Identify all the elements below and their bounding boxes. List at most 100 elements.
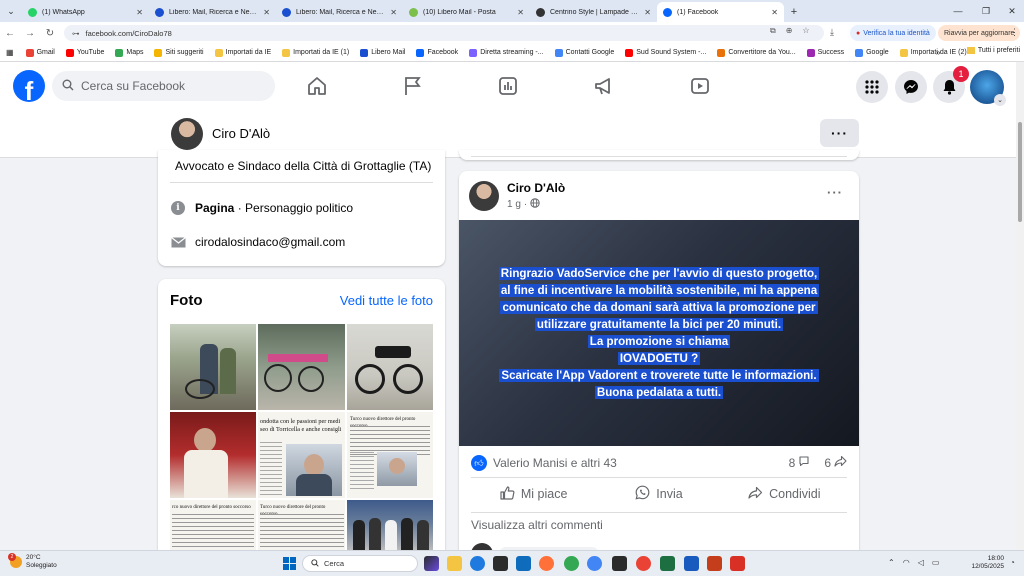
apps-grid-icon[interactable]: ▦ (6, 48, 14, 57)
send-whatsapp-button[interactable]: Invia (596, 479, 721, 509)
file-explorer-icon[interactable] (447, 556, 462, 571)
chrome-profile-icon[interactable] (587, 556, 602, 571)
bookmark-item[interactable]: Google (855, 48, 889, 57)
browser-menu-icon[interactable]: ⋮ (1010, 27, 1019, 38)
photo-thumbnail[interactable] (258, 324, 345, 410)
account-avatar[interactable]: ⌄ (970, 70, 1006, 106)
bookmark-item[interactable]: Sud Sound System -... (625, 48, 706, 57)
browser-tab[interactable]: (10) Libero Mail - Posta ✕ (403, 2, 530, 22)
tab-close-icon[interactable]: ✕ (771, 8, 778, 17)
restart-update-button[interactable]: Riavvia per aggiornare (938, 25, 1021, 41)
tab-search-icon[interactable]: ⌄ (0, 0, 22, 22)
bookmark-item[interactable]: Importati da IE (214, 48, 271, 57)
bookmark-item[interactable]: Facebook (416, 48, 458, 57)
back-icon[interactable]: ← (0, 23, 20, 43)
bookmark-star-icon[interactable]: ☆ (802, 26, 809, 36)
powerpoint-icon[interactable] (707, 556, 722, 571)
outlook-icon[interactable] (516, 556, 531, 571)
app-icon[interactable] (612, 556, 627, 571)
photo-thumbnail[interactable]: Turco nuovo direttore del pronto soccors… (347, 412, 433, 498)
browser-tab[interactable]: Libero: Mail, Ricerca e News co ✕ (149, 2, 276, 22)
wifi-icon[interactable]: ◠ (903, 558, 910, 567)
store-icon[interactable] (493, 556, 508, 571)
photo-thumbnail[interactable] (347, 324, 433, 410)
messenger-icon[interactable] (895, 71, 927, 103)
page-more-button[interactable]: ··· (820, 119, 859, 147)
notification-center-icon[interactable]: ◔ (1010, 558, 1015, 567)
bookmarks-more-button[interactable]: » (936, 48, 940, 57)
menu-grid-icon[interactable] (856, 71, 888, 103)
install-app-icon[interactable]: ⧉ (770, 26, 776, 36)
browser-tab[interactable]: Centrino Style | Lampade e App ✕ (530, 2, 657, 22)
chrome-active-icon[interactable] (636, 556, 651, 571)
tray-chevron-icon[interactable]: ⌃ (888, 558, 895, 567)
scrollbar-thumb[interactable] (1018, 122, 1022, 222)
reload-icon[interactable]: ↻ (40, 23, 60, 43)
bookmark-item[interactable]: Importati da IE (2) (899, 48, 967, 57)
like-button[interactable]: Mi piace (471, 479, 596, 509)
reactions-summary[interactable]: Valerio Manisi e altri 43 (493, 456, 617, 470)
taskbar-search-input[interactable]: Cerca (302, 555, 418, 572)
minimize-icon[interactable]: — (944, 0, 972, 22)
tab-close-icon[interactable]: ✕ (517, 8, 524, 17)
megaphone-icon[interactable] (592, 74, 616, 98)
forward-icon[interactable]: → (20, 23, 40, 43)
tab-close-icon[interactable]: ✕ (263, 8, 270, 17)
tab-close-icon[interactable]: ✕ (644, 8, 651, 17)
bookmark-item[interactable]: Importati da IE (1) (282, 48, 349, 57)
volume-icon[interactable]: ◁ (918, 558, 924, 567)
zoom-icon[interactable]: ⊕ (786, 26, 793, 36)
download-icon[interactable]: ⤓ (830, 27, 834, 38)
browser-tab[interactable]: (1) Facebook ✕ (657, 2, 784, 22)
page-scrollbar[interactable] (1016, 62, 1024, 550)
browser-tab[interactable]: (1) WhatsApp ✕ (22, 2, 149, 22)
photo-thumbnail[interactable]: ondotta con le passioni per medi seo di … (258, 412, 345, 498)
share-count[interactable]: 6 (824, 455, 847, 470)
post-time-text[interactable]: 1 g (507, 199, 521, 210)
tab-close-icon[interactable]: ✕ (390, 8, 397, 17)
maximize-icon[interactable]: ❐ (972, 0, 1000, 22)
photo-thumbnail[interactable] (170, 412, 256, 498)
bookmark-item[interactable]: Contatti Google (554, 48, 614, 57)
excel-icon[interactable] (660, 556, 675, 571)
chrome-icon[interactable] (564, 556, 579, 571)
page-avatar[interactable] (171, 118, 203, 150)
site-info-icon[interactable]: ⊶ (72, 29, 80, 38)
post-options-button[interactable]: ··· (827, 185, 843, 200)
view-more-comments-link[interactable]: Visualizza altri commenti (471, 518, 603, 532)
see-all-photos-link[interactable]: Vedi tutte le foto (340, 293, 433, 308)
photo-thumbnail[interactable] (170, 324, 256, 410)
post-text-image[interactable]: Ringrazio VadoService che per l'avvio di… (459, 220, 859, 446)
verify-identity-button[interactable]: ● Verifica la tua identità (850, 25, 936, 41)
post-author-name[interactable]: Ciro D'Alò (507, 181, 565, 195)
tab-close-icon[interactable]: ✕ (136, 8, 143, 17)
email-link[interactable]: cirodalosindaco@gmail.com (195, 235, 345, 249)
url-input[interactable]: ⊶ facebook.com/CiroDalo78 (64, 25, 824, 41)
share-button[interactable]: Condividi (722, 479, 847, 509)
pages-flag-icon[interactable] (401, 74, 425, 98)
battery-icon[interactable]: ▭ (932, 558, 940, 567)
facebook-logo-icon[interactable]: f (13, 70, 45, 102)
new-tab-button[interactable]: + (784, 2, 804, 22)
copilot-icon[interactable] (424, 556, 439, 571)
close-window-icon[interactable]: ✕ (998, 0, 1024, 22)
insights-chart-icon[interactable] (496, 74, 520, 98)
acrobat-icon[interactable] (730, 556, 745, 571)
post-author-avatar[interactable] (469, 181, 499, 211)
video-icon[interactable] (688, 74, 712, 98)
bookmark-item[interactable]: Siti suggeriti (154, 48, 204, 57)
facebook-search-input[interactable]: Cerca su Facebook (52, 71, 275, 101)
comment-count[interactable]: 8 (789, 455, 811, 470)
home-icon[interactable] (305, 74, 329, 98)
bookmark-item[interactable]: Maps (115, 48, 143, 57)
all-bookmarks-button[interactable]: Tutti i preferiti (966, 47, 1020, 54)
bookmark-item[interactable]: Diretta streaming -... (469, 48, 544, 57)
browser-tab[interactable]: Libero: Mail, Ricerca e News co ✕ (276, 2, 403, 22)
weather-widget[interactable]: 2 20°C Soleggiato (8, 553, 57, 570)
word-icon[interactable] (684, 556, 699, 571)
taskbar-clock[interactable]: 18:00 12/05/2025 (968, 555, 1004, 571)
page-title[interactable]: Ciro D'Alò (212, 126, 270, 141)
firefox-icon[interactable] (539, 556, 554, 571)
edge-icon[interactable] (470, 556, 485, 571)
windows-start-icon[interactable] (283, 557, 296, 570)
